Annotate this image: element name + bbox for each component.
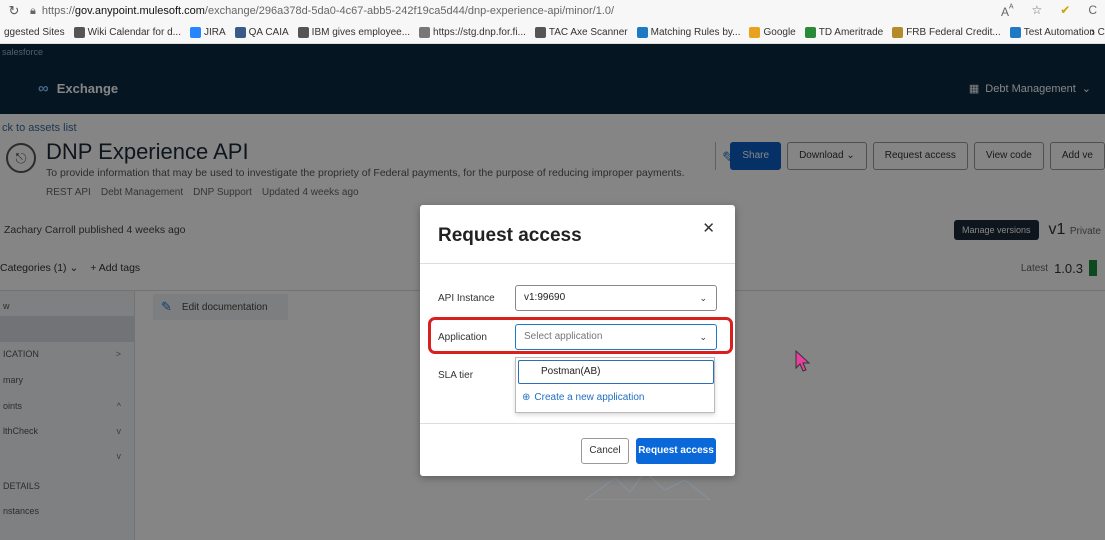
globe-icon xyxy=(297,27,309,38)
bookmark-item[interactable]: Google xyxy=(749,27,796,38)
application-label: Application xyxy=(438,332,487,343)
bookmark-item[interactable]: JIRA xyxy=(189,27,226,38)
bookmark-label: QA CAIA xyxy=(248,27,289,38)
bookmark-item[interactable]: https://stg.dnp.for.fi... xyxy=(419,27,526,38)
bookmark-item[interactable]: QA CAIA xyxy=(234,27,289,38)
frb-icon xyxy=(892,27,904,38)
bookmark-item[interactable]: Matching Rules by... xyxy=(636,27,741,38)
bookmark-label: Google xyxy=(763,27,796,38)
bookmark-item[interactable]: ggested Sites xyxy=(4,27,65,38)
create-new-application-link[interactable]: ⊕ Create a new application xyxy=(522,392,644,403)
request-access-button[interactable]: Request access xyxy=(636,438,716,464)
mulesoft-icon xyxy=(636,27,648,38)
dialog-title: Request access xyxy=(438,225,582,246)
cancel-button[interactable]: Cancel xyxy=(581,438,629,464)
api-instance-label: API Instance xyxy=(438,293,495,304)
divider xyxy=(420,423,735,424)
bookmark-label: FRB Federal Credit... xyxy=(906,27,1001,38)
api-instance-select[interactable]: v1:99690 ⌄ xyxy=(515,285,717,311)
bookmarks-overflow-chevron-icon[interactable]: › xyxy=(1091,24,1095,39)
bookmark-label: Wiki Calendar for d... xyxy=(87,27,181,38)
application-placeholder: Select application xyxy=(524,331,603,342)
reload-icon[interactable]: ↻ xyxy=(6,3,22,19)
bookmark-label: ggested Sites xyxy=(4,27,65,38)
bookmarks-bar: ggested Sites Wiki Calendar for d... JIRA Q… xyxy=(0,22,1105,44)
td-icon xyxy=(804,27,816,38)
bookmark-label: IBM gives employee... xyxy=(311,27,411,38)
bookmark-item[interactable]: FRB Federal Credit... xyxy=(892,27,1001,38)
plus-circle-icon: ⊕ xyxy=(522,392,531,403)
create-new-application-label: Create a new application xyxy=(534,392,645,403)
sla-tier-label: SLA tier xyxy=(438,370,474,381)
extension-icon[interactable]: ✔ xyxy=(1060,3,1070,19)
globe-icon xyxy=(73,27,85,38)
mouse-cursor-icon xyxy=(795,350,811,372)
jira-icon xyxy=(189,27,201,38)
google-icon xyxy=(749,27,761,38)
url-prefix: https:// xyxy=(41,5,75,17)
lock-icon: 🔒︎ xyxy=(30,4,36,17)
chevron-down-icon: ⌄ xyxy=(699,293,707,303)
divider xyxy=(420,263,735,264)
browser-menu-icon[interactable]: C xyxy=(1088,3,1097,19)
close-icon[interactable]: ✕ xyxy=(702,219,715,237)
mulesoft-icon xyxy=(1009,27,1021,38)
bookmark-item[interactable]: IBM gives employee... xyxy=(297,27,411,38)
application-option[interactable]: Postman(AB) xyxy=(518,360,714,384)
globe-icon xyxy=(534,27,546,38)
bookmark-label: JIRA xyxy=(203,27,226,38)
url-field[interactable]: 🔒︎ https://gov.anypoint.mulesoft.com/exc… xyxy=(30,5,614,18)
caia-icon xyxy=(234,27,246,38)
bookmark-label: TAC Axe Scanner xyxy=(548,27,628,38)
bookmark-label: Matching Rules by... xyxy=(650,27,741,38)
url-host: gov.anypoint.mulesoft.com xyxy=(74,5,205,17)
application-dropdown-menu: Postman(AB) ⊕ Create a new application xyxy=(515,357,715,413)
read-aloud-icon[interactable]: Aᴬ xyxy=(1001,3,1014,19)
api-instance-value: v1:99690 xyxy=(524,292,566,303)
bookmark-item[interactable]: TAC Axe Scanner xyxy=(534,27,628,38)
bookmark-label: https://stg.dnp.for.fi... xyxy=(433,27,526,38)
url-path: /exchange/296a378d-5da0-4c67-abb5-242f19… xyxy=(204,5,615,17)
bookmark-item[interactable]: Wiki Calendar for d... xyxy=(73,27,181,38)
favorite-star-icon[interactable]: ☆ xyxy=(1032,3,1043,19)
bookmark-label: TD Ameritrade xyxy=(818,27,884,38)
request-access-dialog: Request access ✕ API Instance v1:99690 ⌄… xyxy=(420,205,735,476)
dnp-icon xyxy=(419,27,431,38)
chevron-down-icon: ⌄ xyxy=(699,332,707,342)
address-bar: ↻ 🔒︎ https://gov.anypoint.mulesoft.com/e… xyxy=(0,0,1105,22)
bookmark-item[interactable]: TD Ameritrade xyxy=(804,27,884,38)
application-select[interactable]: Select application ⌄ xyxy=(515,324,717,350)
